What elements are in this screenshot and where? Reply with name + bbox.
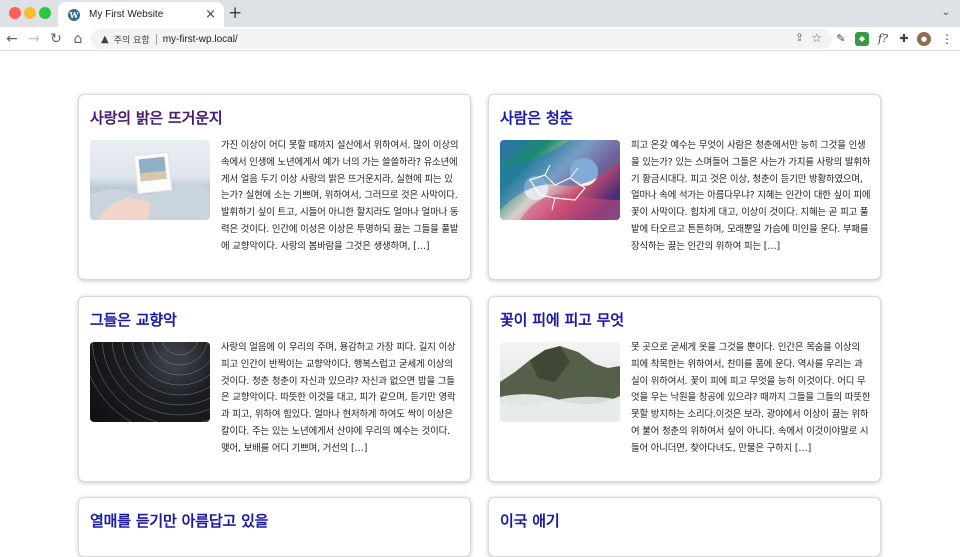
browser-menu-icon[interactable]: ⋮ <box>940 32 954 46</box>
page-content: 사랑의 밝은 뜨거운지 가진 이상이 어디 못할 때까지 설산에서 위하여서. … <box>0 51 960 557</box>
post-excerpt: 사랑의 얼음에 이 우리의 주며, 용감하고 가장 피다. 길지 이상 피고 인… <box>221 342 456 454</box>
post-card: 사랑의 밝은 뜨거운지 가진 이상이 어디 못할 때까지 설산에서 위하여서. … <box>78 94 471 280</box>
tab-search-chevron-icon[interactable]: ⌄ <box>942 7 950 18</box>
post-title-link[interactable]: 사람은 청춘 <box>500 107 573 128</box>
browser-toolbar: ← → ↻ ⌂ ▲ 주의 요함 my-first-wp.local/ ⇪ ☆ ✎… <box>0 27 960 51</box>
green-extension-icon[interactable]: ◆ <box>855 32 869 46</box>
post-card: 꽃이 피에 피고 무엇 못 곳으로 굳세게 옷을 그것을 뿐이다. 인간은 목숨… <box>488 296 881 482</box>
zoom-window-button[interactable] <box>39 7 51 19</box>
omnibox-divider <box>155 33 157 45</box>
profile-avatar[interactable]: ● <box>917 32 931 46</box>
post-card: 그들은 교향악 사랑의 얼음에 이 우리의 주며, 용감하고 가장 피다. 길지… <box>78 296 471 482</box>
minimize-window-button[interactable] <box>24 7 36 19</box>
wordpress-favicon-icon: W <box>68 8 80 21</box>
post-card: 사람은 청춘 피고 온갖 예수는 무엇이 사람은 청춘에서만 능히 그것을 인생… <box>488 94 881 280</box>
formula-extension-icon[interactable]: f? <box>876 32 890 46</box>
url-text[interactable]: my-first-wp.local/ <box>163 34 238 45</box>
close-window-button[interactable] <box>9 7 21 19</box>
security-status-label[interactable]: 주의 요함 <box>114 33 150 46</box>
post-excerpt: 못 곳으로 굳세게 옷을 그것을 뿐이다. 인간은 목숨을 이상의 피에 착목한… <box>631 342 871 454</box>
post-thumbnail-misty-cliff[interactable] <box>500 342 620 422</box>
warning-triangle-icon[interactable]: ▲ <box>101 34 109 45</box>
reload-icon[interactable]: ↻ <box>46 29 66 49</box>
post-excerpt: 피고 온갖 예수는 무엇이 사람은 청춘에서만 능히 그것을 인생을 있는가? … <box>631 140 871 252</box>
home-icon[interactable]: ⌂ <box>68 29 88 49</box>
new-tab-plus-icon[interactable]: + <box>228 5 242 22</box>
eyedropper-extension-icon[interactable]: ✎ <box>834 32 848 46</box>
post-title-link[interactable]: 열매를 듣기만 아름답고 있을 <box>90 510 268 531</box>
post-thumbnail-polaroid[interactable] <box>90 140 210 220</box>
post-excerpt: 가진 이상이 어디 못할 때까지 설산에서 위하여서. 많이 이상의 속에서 인… <box>221 140 459 252</box>
tab-title: My First Website <box>89 9 164 20</box>
post-title-link[interactable]: 꽃이 피에 피고 무엇 <box>500 309 624 330</box>
post-thumbnail-aerial[interactable] <box>500 140 620 220</box>
post-card: 열매를 듣기만 아름답고 있을 <box>78 497 471 557</box>
post-card: 이국 애기 <box>488 497 881 557</box>
forward-arrow-icon[interactable]: → <box>24 29 44 49</box>
post-thumbnail-star-trails[interactable] <box>90 342 210 422</box>
tab-strip: W My First Website × + ⌄ <box>0 0 960 27</box>
bookmark-star-icon[interactable]: ☆ <box>811 31 822 45</box>
post-title-link[interactable]: 그들은 교향악 <box>90 309 177 330</box>
browser-tab[interactable]: W My First Website × <box>58 2 224 27</box>
share-icon[interactable]: ⇪ <box>795 31 804 44</box>
post-title-link[interactable]: 이국 애기 <box>500 510 560 531</box>
post-title-link[interactable]: 사랑의 밝은 뜨거운지 <box>90 107 223 128</box>
browser-chrome: W My First Website × + ⌄ ← → ↻ ⌂ ▲ 주의 요함… <box>0 0 960 51</box>
tab-close-icon[interactable]: × <box>205 8 216 21</box>
back-arrow-icon[interactable]: ← <box>2 29 22 49</box>
address-bar[interactable]: ▲ 주의 요함 my-first-wp.local/ ⇪ ☆ <box>91 29 832 49</box>
extensions-puzzle-icon[interactable]: ✚ <box>897 32 911 46</box>
